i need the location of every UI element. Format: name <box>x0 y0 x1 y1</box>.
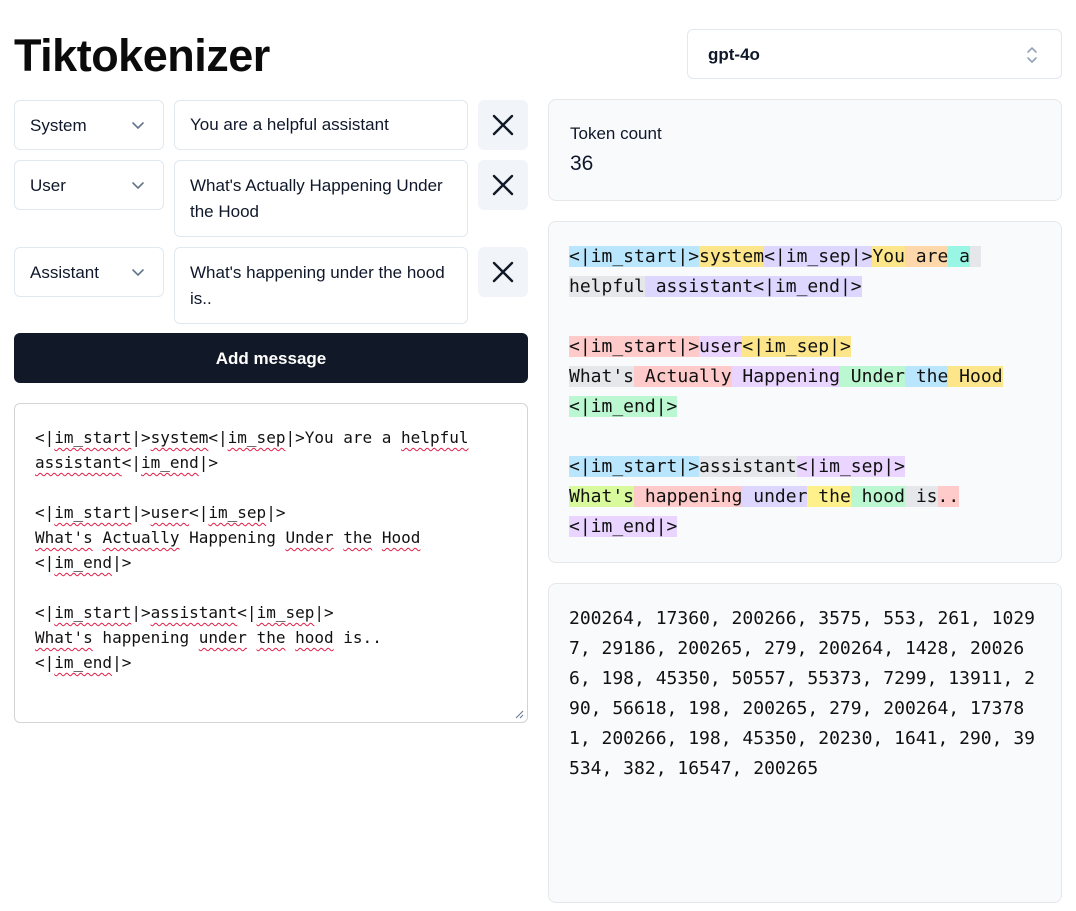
role-select-assistant[interactable]: Assistant <box>14 247 164 297</box>
message-content-user[interactable]: What's Actually Happening Under the Hood <box>174 160 468 237</box>
add-message-button[interactable]: Add message <box>14 333 528 383</box>
token-chip[interactable]: happening <box>634 486 743 507</box>
token-chip[interactable]: assistant <box>644 276 754 297</box>
token-chip[interactable]: system <box>699 246 765 267</box>
token-chip[interactable]: are <box>904 246 949 267</box>
chevron-down-icon <box>132 269 144 277</box>
token-chip[interactable]: user <box>699 336 743 357</box>
token-ids-text: 200264, 17360, 200266, 3575, 553, 261, 1… <box>569 608 1035 779</box>
token-chip[interactable]: the <box>807 486 851 507</box>
token-chip[interactable]: Hood <box>948 366 1003 387</box>
role-select-user[interactable]: User <box>14 160 164 210</box>
chevron-up-down-icon <box>1027 47 1037 63</box>
token-chip[interactable]: the <box>904 366 949 387</box>
token-chip[interactable]: assistant <box>699 456 797 477</box>
message-text: What's Actually Happening Under the Hood <box>190 176 443 221</box>
token-chip[interactable]: <|im_end|> <box>753 276 862 297</box>
close-icon <box>492 114 514 136</box>
delete-message-button-user[interactable] <box>478 160 528 210</box>
token-chip[interactable]: is <box>904 486 938 507</box>
token-chip[interactable]: <|im_end|> <box>569 516 678 537</box>
role-select-value: System <box>30 116 87 135</box>
model-select[interactable]: gpt-4o <box>687 29 1062 79</box>
token-chip[interactable]: <|im_sep|> <box>764 246 873 267</box>
message-text: What's happening under the hood is.. <box>190 263 445 308</box>
token-ids-panel: 200264, 17360, 200266, 3575, 553, 261, 1… <box>548 583 1062 903</box>
token-chip[interactable]: .. <box>937 486 960 507</box>
token-visualization: <|im_start|>system<|im_sep|>You are a he… <box>549 222 1061 562</box>
chevron-down-icon <box>132 182 144 190</box>
model-select-value: gpt-4o <box>708 45 760 64</box>
token-chip[interactable]: <|im_sep|> <box>796 456 905 477</box>
raw-prompt-textarea[interactable]: <|im_start|>system<|im_sep|>You are a he… <box>14 403 528 723</box>
token-chip[interactable]: <|im_start|> <box>569 336 700 357</box>
token-chip[interactable]: <|im_sep|> <box>742 336 851 357</box>
role-select-value: User <box>30 176 66 195</box>
close-icon <box>492 261 514 283</box>
message-text: You are a helpful assistant <box>190 115 389 134</box>
token-chip[interactable]: ful <box>612 276 645 297</box>
app-title: Tiktokenizer <box>14 30 270 81</box>
token-count-value: 36 <box>570 152 594 175</box>
token-chip[interactable]: What's <box>569 366 635 387</box>
token-visualization-panel: <|im_start|>system<|im_sep|>You are a he… <box>548 221 1062 563</box>
token-count-label: Token count <box>570 124 662 143</box>
role-select-value: Assistant <box>30 263 99 282</box>
message-content-assistant[interactable]: What's happening under the hood is.. <box>174 247 468 324</box>
token-chip[interactable]: <|im_start|> <box>569 246 700 267</box>
delete-message-button-assistant[interactable] <box>478 247 528 297</box>
resize-handle-icon[interactable] <box>515 710 524 719</box>
role-select-system[interactable]: System <box>14 100 164 150</box>
token-chip[interactable]: hood <box>850 486 905 507</box>
close-icon <box>492 174 514 196</box>
token-chip[interactable]: a <box>948 246 971 267</box>
delete-message-button-system[interactable] <box>478 100 528 150</box>
token-chip[interactable]: <|im_end|> <box>569 396 678 417</box>
token-chip[interactable]: You <box>872 246 905 267</box>
token-chip[interactable]: Under <box>839 366 905 387</box>
token-count-panel: Token count 36 <box>548 99 1062 201</box>
token-chip[interactable]: Happening <box>731 366 840 387</box>
token-chip[interactable]: <|im_start|> <box>569 456 700 477</box>
token-chip[interactable]: Actually <box>634 366 732 387</box>
token-chip[interactable]: under <box>742 486 808 507</box>
token-chip[interactable]: What's <box>569 486 635 507</box>
chevron-down-icon <box>132 122 144 130</box>
message-content-system[interactable]: You are a helpful assistant <box>174 100 468 150</box>
